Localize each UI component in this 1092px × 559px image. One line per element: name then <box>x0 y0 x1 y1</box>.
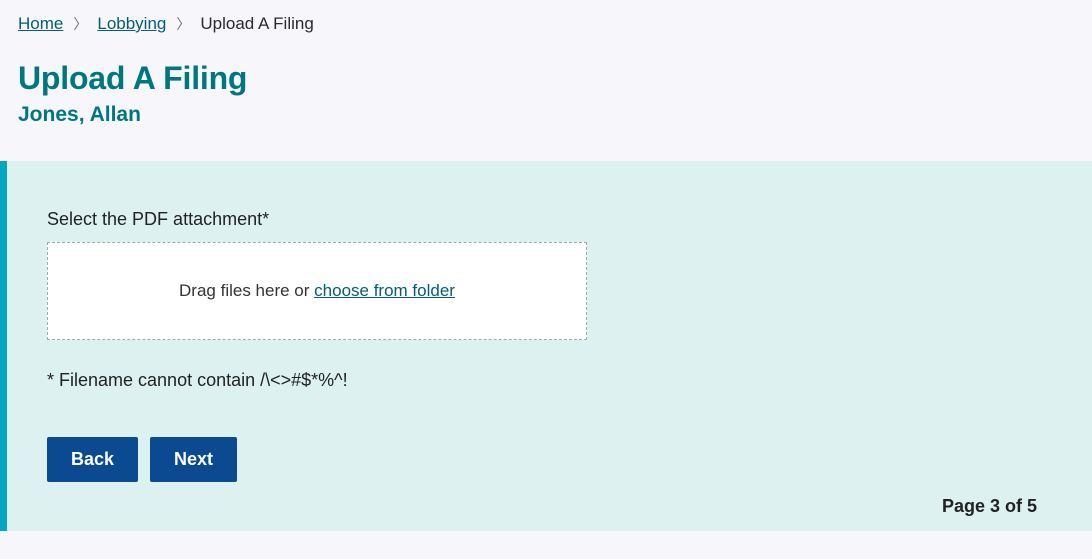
chevron-right-icon: 〉 <box>73 14 87 34</box>
dropzone-text: Drag files here or <box>179 281 314 300</box>
breadcrumb: Home 〉 Lobbying 〉 Upload A Filing <box>18 14 1074 34</box>
breadcrumb-current: Upload A Filing <box>200 14 313 34</box>
back-button[interactable]: Back <box>47 437 138 482</box>
filename-note: * Filename cannot contain /\<>#$*%^! <box>47 370 1052 391</box>
attachment-label: Select the PDF attachment* <box>47 209 1052 230</box>
chevron-right-icon: 〉 <box>176 14 190 34</box>
file-dropzone[interactable]: Drag files here or choose from folder <box>47 242 587 340</box>
form-panel: Select the PDF attachment* Drag files he… <box>0 161 1092 531</box>
button-row: Back Next <box>47 437 1052 482</box>
choose-from-folder-link[interactable]: choose from folder <box>314 281 455 300</box>
breadcrumb-home[interactable]: Home <box>18 14 63 34</box>
breadcrumb-lobbying[interactable]: Lobbying <box>97 14 166 34</box>
page-subtitle: Jones, Allan <box>18 103 1074 127</box>
page-indicator: Page 3 of 5 <box>942 496 1037 517</box>
next-button[interactable]: Next <box>150 437 237 482</box>
page-title: Upload A Filing <box>18 60 1074 97</box>
